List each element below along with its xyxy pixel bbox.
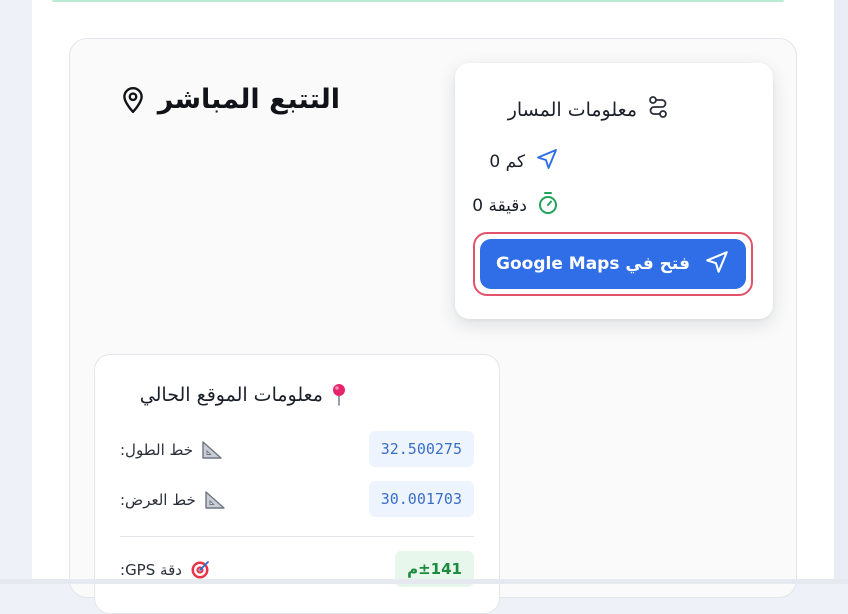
latitude-label-text: خط العرض: <box>120 491 196 509</box>
open-in-google-maps-label: فتح في Google Maps <box>496 254 690 274</box>
navigation-arrow-icon <box>704 249 730 280</box>
open-in-google-maps-button[interactable]: فتح في Google Maps <box>480 239 746 289</box>
gps-accuracy-label: دقة GPS: <box>120 560 210 580</box>
route-distance-value: كم 0 <box>489 151 525 172</box>
longitude-row: خط الطول: 32.500275 <box>120 431 474 469</box>
route-info-title-text: معلومات المسار <box>507 98 637 121</box>
longitude-label: خط الطول: <box>120 440 223 460</box>
route-distance: كم 0 <box>489 147 559 176</box>
bottom-edge <box>0 579 848 584</box>
route-info-card: معلومات المسار كم 0 دقيقة 0 فتح في Googl… <box>455 63 773 319</box>
window-edge <box>834 0 848 584</box>
latitude-row: خط العرض: 30.001703 <box>120 481 474 519</box>
pushpin-icon <box>331 383 347 407</box>
page-title: التتبع المباشر <box>120 84 340 115</box>
timer-icon <box>537 191 559 220</box>
gps-accuracy-label-text: دقة GPS: <box>120 561 182 579</box>
route-icon <box>647 95 669 124</box>
triangular-ruler-icon <box>201 440 223 460</box>
latitude-label: خط العرض: <box>120 490 226 510</box>
current-location-card: معلومات الموقع الحالي خط الطول: 32.50027… <box>94 354 500 614</box>
status-strip <box>52 0 784 2</box>
latitude-value: 30.001703 <box>368 481 474 517</box>
divider <box>120 536 474 537</box>
target-icon <box>190 560 210 580</box>
route-duration-value: دقيقة 0 <box>472 195 527 216</box>
navigation-arrow-icon <box>535 147 559 176</box>
location-info-title: معلومات الموقع الحالي <box>140 383 347 407</box>
location-info-title-text: معلومات الموقع الحالي <box>139 384 323 406</box>
page-title-text: التتبع المباشر <box>157 84 340 115</box>
route-info-title: معلومات المسار <box>508 95 669 124</box>
map-pin-outline-icon <box>120 86 146 114</box>
route-duration: دقيقة 0 <box>472 191 559 220</box>
triangular-ruler-icon <box>204 490 226 510</box>
longitude-label-text: خط الطول: <box>120 441 194 459</box>
longitude-value: 32.500275 <box>368 431 474 467</box>
